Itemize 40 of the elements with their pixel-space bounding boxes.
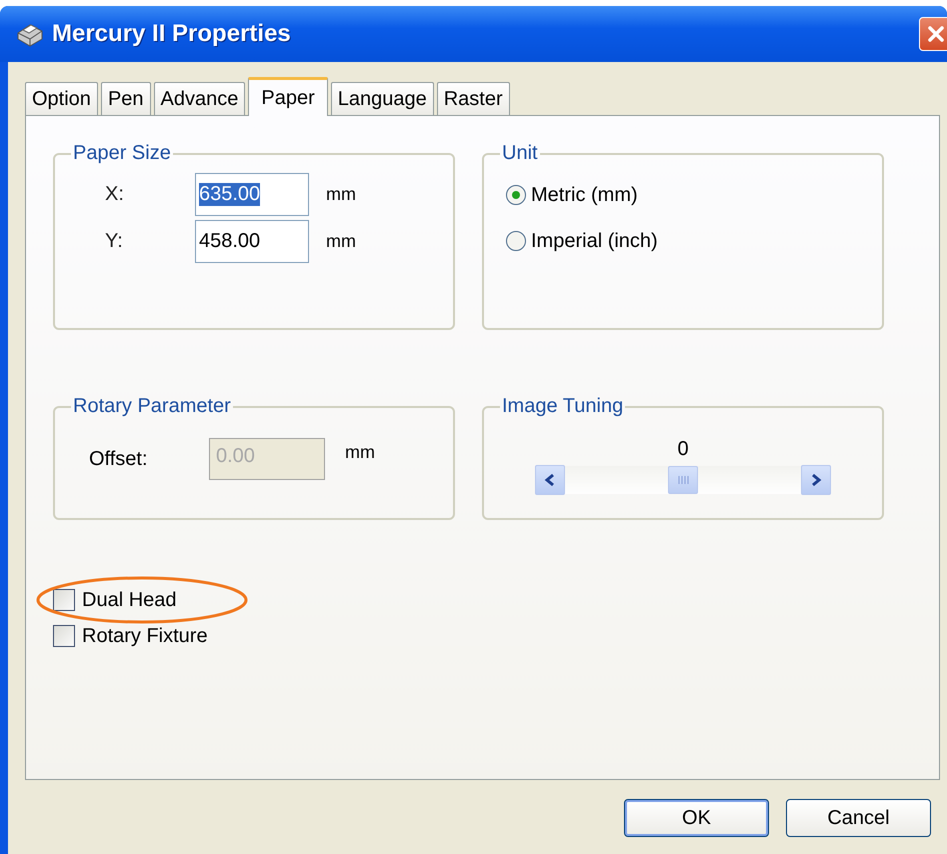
field-label: Y: [104, 230, 124, 253]
tab[interactable]: Language [330, 82, 434, 115]
radio-label: Imperial (inch) [531, 230, 658, 252]
slider-value: 0 [677, 438, 689, 461]
unit-label: mm [326, 184, 356, 205]
group-title: Rotary Parameter [72, 395, 232, 418]
close-icon [926, 24, 946, 44]
close-button[interactable] [919, 17, 947, 51]
chevron-right-icon [810, 473, 822, 487]
input-field[interactable]: 458.00 [195, 220, 309, 263]
field-label: Offset: [88, 448, 149, 470]
radio-button[interactable] [506, 231, 526, 251]
unit-label: mm [345, 442, 375, 463]
scroll-right-button[interactable] [801, 465, 831, 495]
checkbox-label: Dual Head [82, 588, 177, 612]
dialog-button[interactable]: OK [624, 799, 769, 837]
tab[interactable]: Option [25, 82, 98, 115]
tab[interactable]: Pen [100, 82, 151, 115]
tab[interactable]: Raster [436, 82, 510, 115]
radio-label: Metric (mm) [531, 184, 638, 206]
input-field[interactable]: 635.00 [195, 173, 309, 216]
group-title: Paper Size [72, 142, 172, 165]
tab[interactable]: Advance [154, 82, 246, 115]
group-title: Image Tuning [501, 395, 624, 418]
checkbox[interactable] [53, 589, 75, 611]
unit-label: mm [326, 231, 356, 252]
dialog-button[interactable]: Cancel [786, 799, 931, 837]
field-label: X: [104, 183, 125, 206]
group-title: Unit [501, 142, 539, 165]
grip-icon [677, 475, 689, 485]
radio-button[interactable] [506, 185, 526, 205]
tab[interactable]: Paper [248, 77, 328, 116]
chevron-left-icon [544, 473, 556, 487]
scroll-left-button[interactable] [535, 465, 565, 495]
field-value: 458.00 [199, 230, 260, 253]
checkbox[interactable] [53, 625, 75, 647]
slider-thumb[interactable] [668, 466, 698, 494]
field-value: 635.00 [199, 183, 260, 206]
checkbox-label: Rotary Fixture [82, 624, 208, 648]
window-title: Mercury II Properties [52, 20, 292, 48]
